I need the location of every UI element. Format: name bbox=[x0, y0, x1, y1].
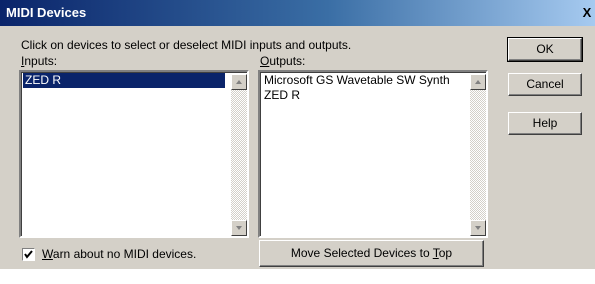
instructions-text: Click on devices to select or deselect M… bbox=[21, 38, 352, 52]
warn-checkbox-label[interactable]: Warn about no MIDI devices. bbox=[42, 247, 196, 261]
outputs-scrollbar[interactable] bbox=[470, 74, 486, 236]
inputs-listbox[interactable]: ZED R bbox=[19, 70, 249, 238]
close-icon[interactable]: X bbox=[579, 5, 595, 20]
scroll-up-icon[interactable] bbox=[470, 74, 486, 90]
inputs-scrollbar[interactable] bbox=[231, 74, 247, 236]
outputs-list-item[interactable]: ZED R bbox=[262, 88, 300, 103]
scroll-down-icon[interactable] bbox=[231, 220, 247, 236]
midi-devices-dialog: MIDI Devices X Click on devices to selec… bbox=[0, 0, 595, 269]
title-bar[interactable]: MIDI Devices X bbox=[0, 0, 595, 26]
outputs-label: Outputs: bbox=[260, 54, 306, 68]
help-button[interactable]: Help bbox=[508, 112, 582, 135]
inputs-label: Inputs: bbox=[21, 54, 58, 68]
ok-button[interactable]: OK bbox=[507, 37, 583, 62]
warn-checkbox[interactable] bbox=[22, 248, 35, 261]
check-icon bbox=[24, 250, 33, 259]
inputs-list-item[interactable]: ZED R bbox=[23, 73, 225, 88]
cancel-button[interactable]: Cancel bbox=[508, 73, 582, 96]
scroll-up-icon[interactable] bbox=[231, 74, 247, 90]
outputs-list-item[interactable]: Microsoft GS Wavetable SW Synth bbox=[262, 73, 450, 88]
outputs-listbox[interactable]: Microsoft GS Wavetable SW Synth ZED R bbox=[258, 70, 488, 238]
window-title: MIDI Devices bbox=[6, 5, 87, 20]
scroll-down-icon[interactable] bbox=[470, 220, 486, 236]
move-to-top-button[interactable]: Move Selected Devices to Top bbox=[259, 240, 484, 267]
